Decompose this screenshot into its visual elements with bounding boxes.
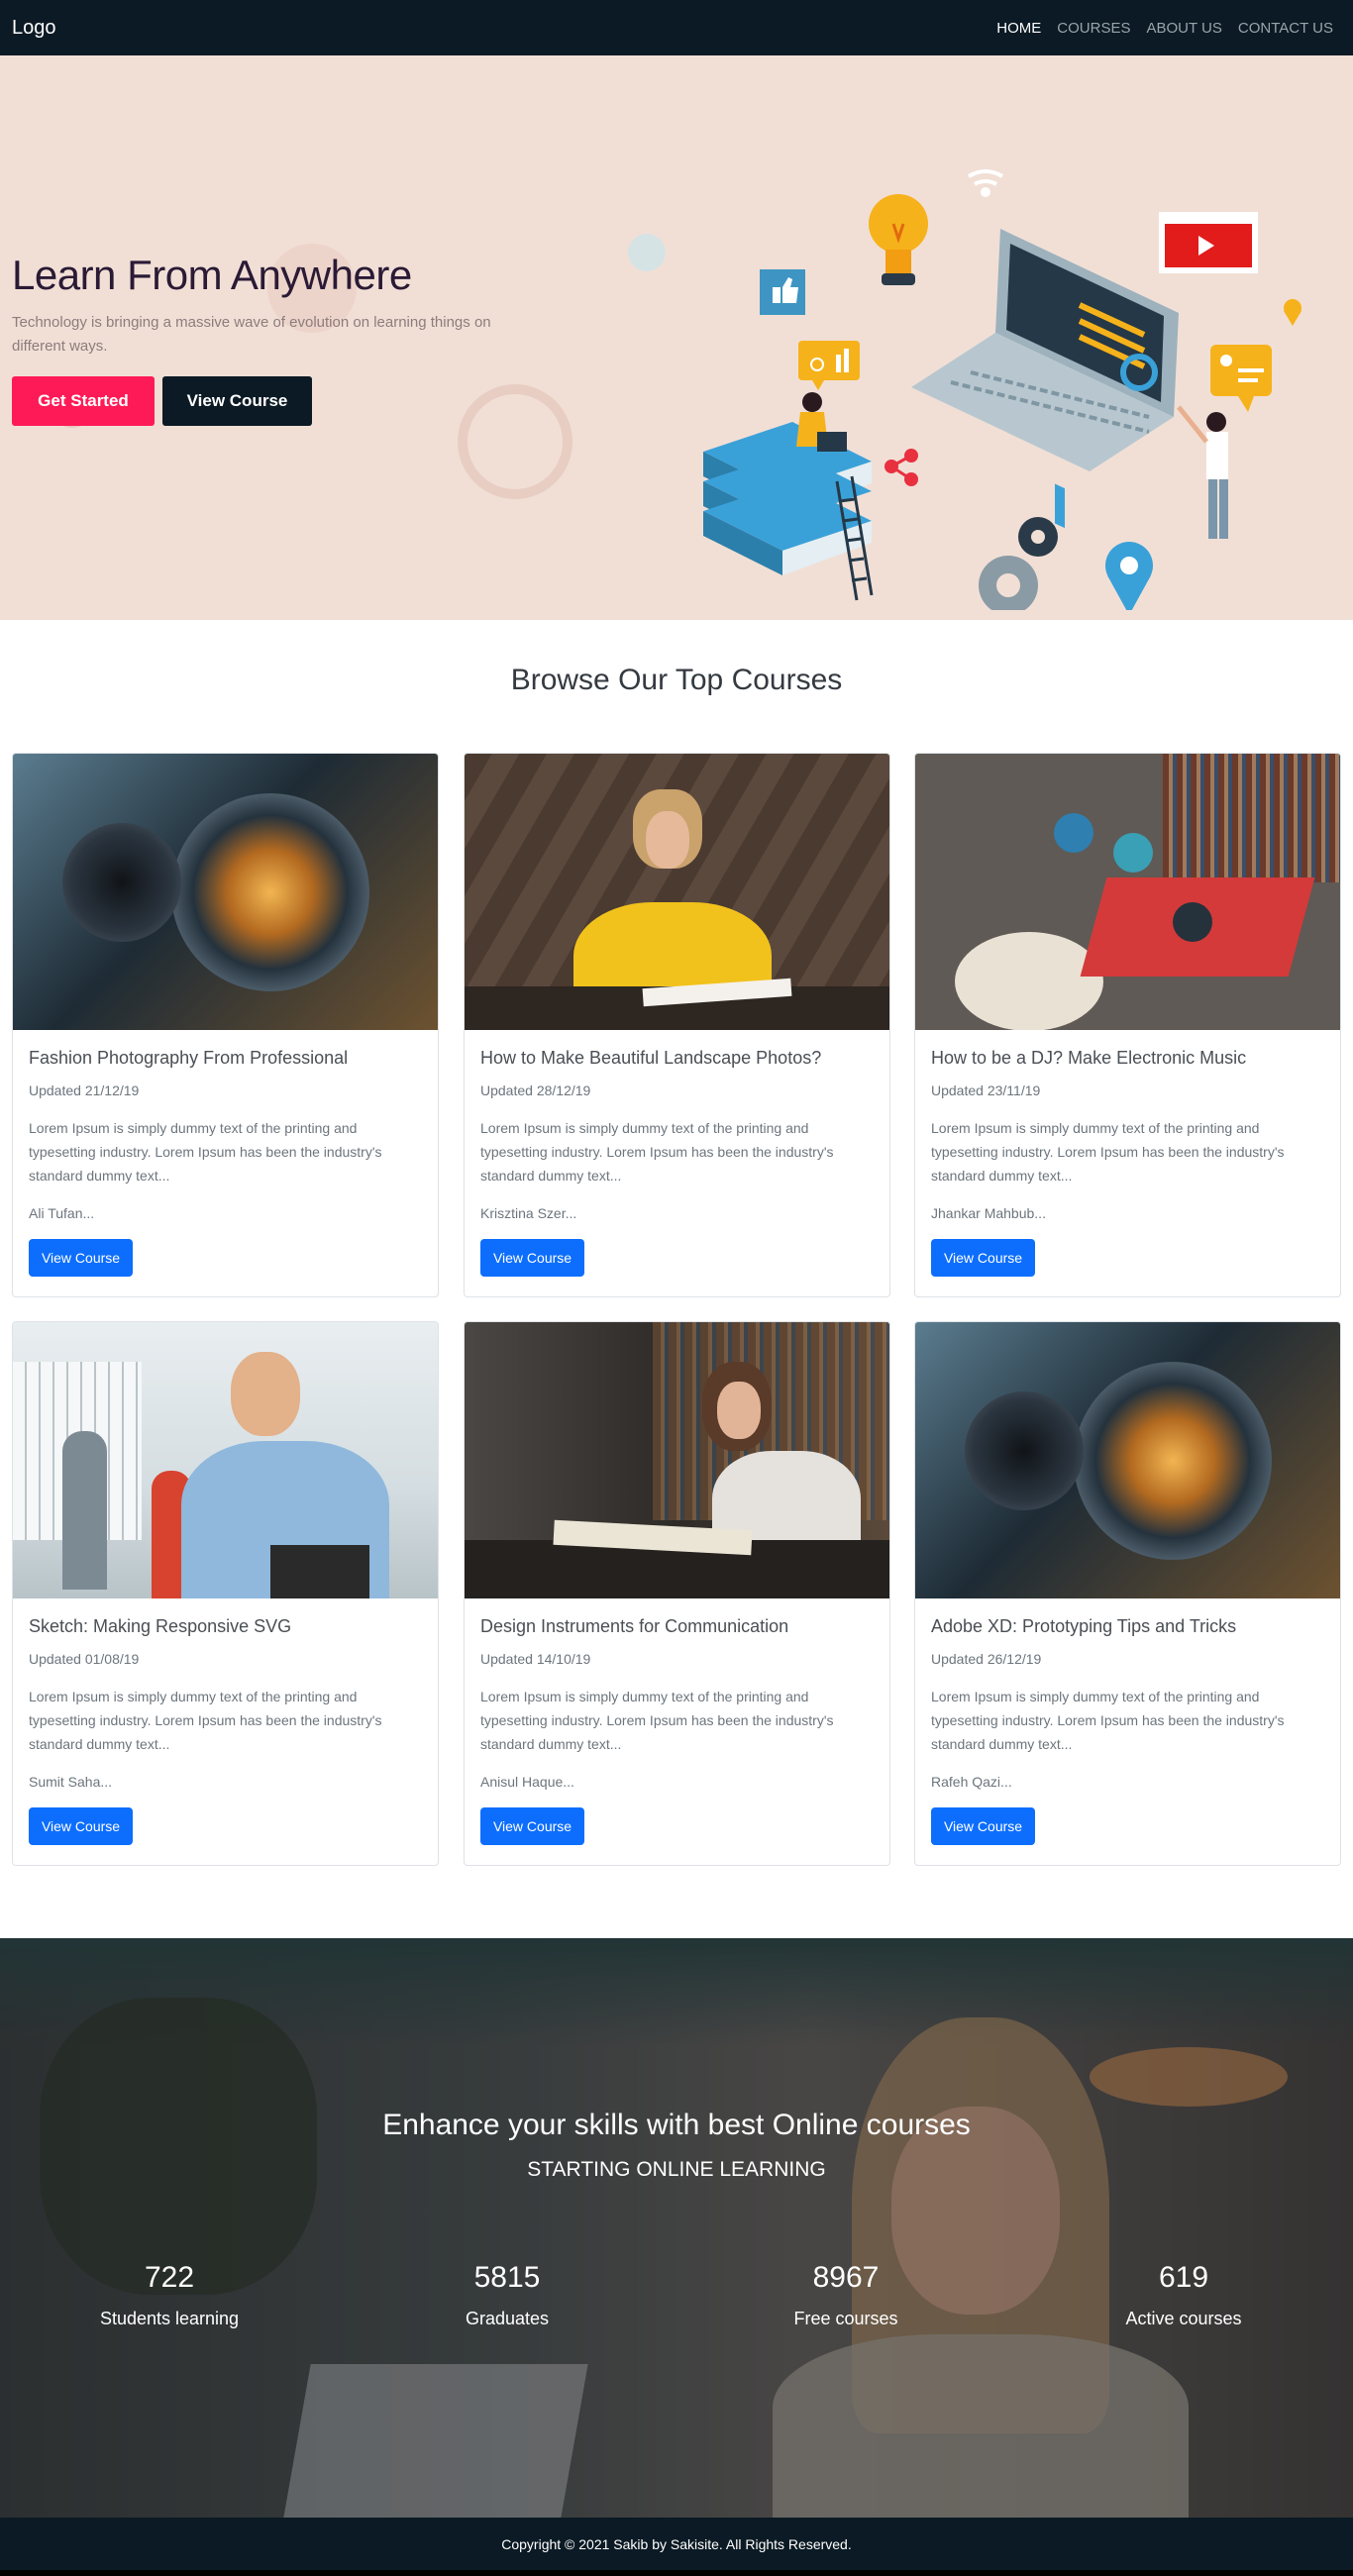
stat-active-courses: 619 Active courses xyxy=(1014,2261,1353,2329)
stat-students-learning: 722 Students learning xyxy=(0,2261,339,2329)
course-updated: Updated 26/12/19 xyxy=(931,1651,1042,1667)
get-started-button[interactable]: Get Started xyxy=(12,376,155,426)
footer: Copyright © 2021 Sakib by Sakisite. All … xyxy=(0,2518,1353,2576)
course-description: Lorem Ipsum is simply dummy text of the … xyxy=(480,1689,834,1752)
stat-value: 619 xyxy=(1158,2261,1209,2294)
course-author: Ali Tufan... xyxy=(29,1205,95,1221)
main-nav: HOME COURSES ABOUT US CONTACT US xyxy=(989,20,1341,37)
woman-writing-image[interactable] xyxy=(465,754,889,1030)
stats-subtitle: STARTING ONLINE LEARNING xyxy=(527,2158,826,2181)
course-card: How to Make Beautiful Landscape Photos? … xyxy=(464,753,890,1297)
navbar: Logo HOME COURSES ABOUT US CONTACT US xyxy=(0,0,1353,55)
course-description: Lorem Ipsum is simply dummy text of the … xyxy=(29,1689,382,1752)
stat-graduates: 5815 Graduates xyxy=(338,2261,676,2329)
chart-bubble-icon xyxy=(798,341,860,390)
stat-label: Free courses xyxy=(793,2309,898,2328)
camera-lens-image[interactable] xyxy=(13,754,438,1030)
stat-label: Graduates xyxy=(465,2309,550,2328)
course-card: Design Instruments for Communication Upd… xyxy=(464,1321,890,1866)
nav-link-home[interactable]: HOME xyxy=(989,20,1049,37)
course-description: Lorem Ipsum is simply dummy text of the … xyxy=(29,1120,382,1184)
course-updated: Updated 01/08/19 xyxy=(29,1651,140,1667)
course-author: Jhankar Mahbub... xyxy=(931,1205,1046,1221)
card-body: How to be a DJ? Make Electronic Music Up… xyxy=(915,1030,1340,1292)
course-author: Sumit Saha... xyxy=(29,1774,113,1790)
course-card: How to be a DJ? Make Electronic Music Up… xyxy=(914,753,1341,1297)
woman-laptop-background-image xyxy=(0,1938,1353,2518)
site-logo[interactable]: Logo xyxy=(12,17,56,40)
hero-title: Learn From Anywhere xyxy=(12,252,412,298)
copyright-text: Copyright © 2021 Sakib by Sakisite. All … xyxy=(501,2535,852,2552)
hero-section: Learn From Anywhere Technology is bringi… xyxy=(0,55,1353,620)
stat-value: 5815 xyxy=(473,2261,541,2294)
nav-link-about-us[interactable]: ABOUT US xyxy=(1138,20,1229,37)
e-learning-illustration xyxy=(703,169,1301,610)
laptop-icon xyxy=(911,229,1179,529)
course-card: Adobe XD: Prototyping Tips and Tricks Up… xyxy=(914,1321,1341,1866)
student-backpack-image[interactable] xyxy=(13,1322,438,1598)
course-title[interactable]: How to Make Beautiful Landscape Photos? xyxy=(480,1048,874,1069)
stat-value: 722 xyxy=(144,2261,195,2294)
course-updated: Updated 28/12/19 xyxy=(480,1082,591,1098)
view-course-button[interactable]: View Course xyxy=(480,1807,584,1845)
stat-value: 8967 xyxy=(812,2261,880,2294)
nav-link-contact-us[interactable]: CONTACT US xyxy=(1230,20,1341,37)
course-description: Lorem Ipsum is simply dummy text of the … xyxy=(480,1120,834,1184)
course-author: Rafeh Qazi... xyxy=(931,1774,1012,1790)
view-course-button[interactable]: View Course xyxy=(29,1239,133,1277)
card-body: Design Instruments for Communication Upd… xyxy=(465,1598,889,1861)
course-description: Lorem Ipsum is simply dummy text of the … xyxy=(931,1120,1285,1184)
hero-description: Technology is bringing a massive wave of… xyxy=(12,314,491,355)
camera-lens-image[interactable] xyxy=(915,1322,1340,1598)
light-bulb-icon xyxy=(869,194,928,285)
stat-label: Active courses xyxy=(1125,2309,1242,2328)
nav-link-courses[interactable]: COURSES xyxy=(1049,20,1138,37)
course-title[interactable]: Fashion Photography From Professional xyxy=(29,1048,422,1069)
course-updated: Updated 23/11/19 xyxy=(931,1082,1041,1098)
course-author: Krisztina Szer... xyxy=(480,1205,577,1221)
course-updated: Updated 14/10/19 xyxy=(480,1651,591,1667)
course-description: Lorem Ipsum is simply dummy text of the … xyxy=(931,1689,1285,1752)
woman-library-image[interactable] xyxy=(465,1322,889,1598)
courses-section-title: Browse Our Top Courses xyxy=(510,664,843,696)
course-title[interactable]: Sketch: Making Responsive SVG xyxy=(29,1616,422,1637)
course-title[interactable]: Adobe XD: Prototyping Tips and Tricks xyxy=(931,1616,1324,1637)
student-figure xyxy=(796,392,847,452)
course-title[interactable]: Design Instruments for Communication xyxy=(480,1616,874,1637)
card-body: Fashion Photography From Professional Up… xyxy=(13,1030,438,1292)
course-updated: Updated 21/12/19 xyxy=(29,1082,140,1098)
card-body: Sketch: Making Responsive SVG Updated 01… xyxy=(13,1598,438,1861)
students-group-image[interactable] xyxy=(915,754,1340,1030)
hero-view-course-button[interactable]: View Course xyxy=(162,376,312,426)
view-course-button[interactable]: View Course xyxy=(931,1807,1035,1845)
gear-icon xyxy=(979,517,1058,610)
video-player-icon xyxy=(1159,212,1258,273)
stats-section: Enhance your skills with best Online cou… xyxy=(0,1938,1353,2518)
course-author: Anisul Haque... xyxy=(480,1774,574,1790)
thumbs-up-icon xyxy=(760,269,805,315)
share-icon xyxy=(885,449,918,486)
view-course-button[interactable]: View Course xyxy=(480,1239,584,1277)
card-body: How to Make Beautiful Landscape Photos? … xyxy=(465,1030,889,1292)
stat-free-courses: 8967 Free courses xyxy=(676,2261,1015,2329)
user-chat-icon xyxy=(1210,345,1272,412)
wifi-icon xyxy=(967,169,1004,197)
card-body: Adobe XD: Prototyping Tips and Tricks Up… xyxy=(915,1598,1340,1861)
hero-deco-ring xyxy=(458,384,572,499)
stats-title: Enhance your skills with best Online cou… xyxy=(382,2109,971,2141)
view-course-button[interactable]: View Course xyxy=(931,1239,1035,1277)
stat-label: Students learning xyxy=(99,2309,240,2328)
teacher-figure xyxy=(1177,405,1228,539)
small-pin-icon xyxy=(1284,299,1301,326)
course-card: Fashion Photography From Professional Up… xyxy=(12,753,439,1297)
view-course-button[interactable]: View Course xyxy=(29,1807,133,1845)
location-pin-icon xyxy=(1105,542,1153,610)
course-card: Sketch: Making Responsive SVG Updated 01… xyxy=(12,1321,439,1866)
course-title[interactable]: How to be a DJ? Make Electronic Music xyxy=(931,1048,1324,1069)
